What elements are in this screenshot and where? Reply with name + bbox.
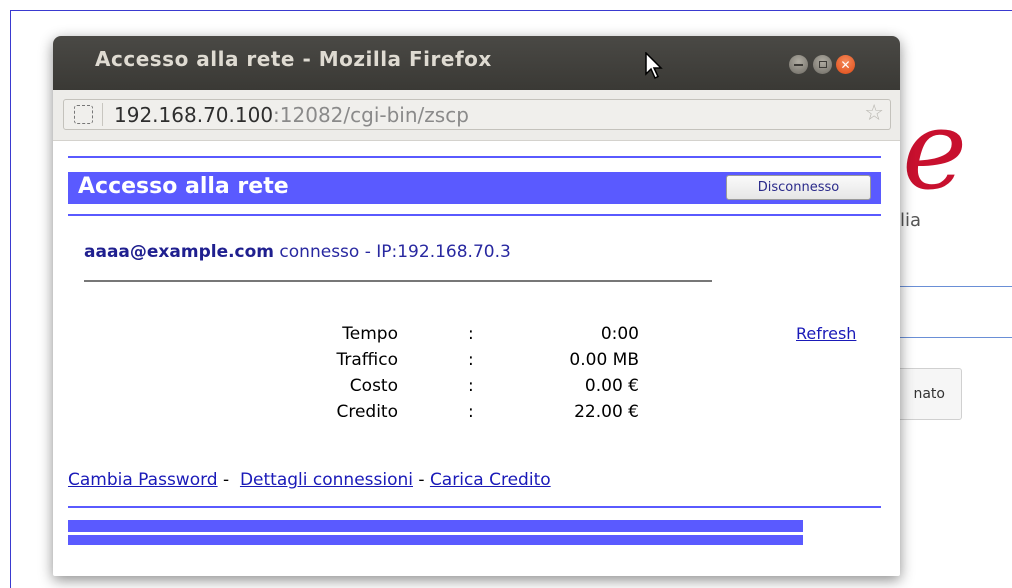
window-title: Accesso alla rete - Mozilla Firefox	[95, 47, 492, 71]
footer-divider	[68, 506, 881, 508]
url-bar[interactable]: 192.168.70.100:12082/cgi-bin/zscp ☆	[63, 99, 891, 130]
top-divider	[68, 156, 881, 158]
status-underline	[84, 280, 712, 282]
change-password-link[interactable]: Cambia Password	[68, 470, 218, 490]
stat-value: 0.00 MB	[569, 350, 639, 370]
user-email: aaaa@example.com	[84, 242, 275, 262]
connection-details-link[interactable]: Dettagli connessioni	[240, 470, 413, 490]
close-button[interactable]: ✕	[836, 55, 855, 74]
stat-label: Traffico	[336, 350, 398, 370]
close-icon: ✕	[840, 57, 851, 72]
page-header: Accesso alla rete Disconnesso	[68, 172, 881, 204]
stat-label: Tempo	[342, 324, 398, 344]
stat-value: 0:00	[600, 324, 639, 344]
url-text[interactable]: 192.168.70.100:12082/cgi-bin/zscp	[114, 103, 469, 127]
background-frame-left	[10, 10, 11, 588]
stat-value: 0.00 €	[584, 376, 639, 396]
stat-colon: :	[468, 350, 474, 370]
stat-value: 22.00 €	[574, 402, 639, 422]
stat-label: Credito	[336, 402, 398, 422]
background-logo-letter: e	[902, 86, 968, 214]
url-separator	[102, 103, 103, 126]
background-button-label: nato	[913, 386, 945, 402]
background-divider	[900, 286, 1012, 287]
mouse-cursor-icon	[645, 52, 663, 80]
background-divider	[900, 337, 1012, 338]
minimize-icon	[794, 63, 803, 66]
load-credit-link[interactable]: Carica Credito	[430, 470, 551, 490]
url-host: 192.168.70.100	[114, 103, 274, 127]
connection-status: aaaa@example.com connesso - IP:192.168.7…	[84, 242, 511, 262]
footer-bar	[68, 520, 803, 532]
site-identity-icon[interactable]	[74, 105, 93, 124]
link-separator: -	[412, 470, 430, 490]
background-subtitle: lia	[900, 210, 922, 231]
stat-colon: :	[468, 376, 474, 396]
footer-links: Cambia Password - Dettagli connessioni -…	[68, 470, 551, 490]
footer-bar	[68, 535, 803, 545]
minimize-button[interactable]	[789, 55, 808, 74]
link-separator: -	[217, 470, 235, 490]
stat-label: Costo	[349, 376, 398, 396]
maximize-button[interactable]	[813, 55, 832, 74]
header-divider	[68, 214, 881, 216]
firefox-popup-window: Accesso alla rete - Mozilla Firefox ✕ 19…	[53, 36, 900, 576]
window-titlebar[interactable]: Accesso alla rete - Mozilla Firefox ✕	[53, 36, 900, 90]
refresh-link[interactable]: Refresh	[796, 324, 856, 343]
stat-colon: :	[468, 324, 474, 344]
stat-colon: :	[468, 402, 474, 422]
navigation-toolbar: 192.168.70.100:12082/cgi-bin/zscp ☆	[53, 90, 900, 141]
url-path: :12082/cgi-bin/zscp	[273, 103, 469, 127]
bookmark-star-icon[interactable]: ☆	[864, 102, 884, 126]
maximize-icon	[818, 61, 827, 68]
page-title: Accesso alla rete	[78, 174, 289, 199]
background-frame-top	[10, 10, 1012, 11]
disconnect-button[interactable]: Disconnesso	[726, 175, 871, 200]
connection-info: connesso - IP:192.168.70.3	[274, 242, 511, 262]
